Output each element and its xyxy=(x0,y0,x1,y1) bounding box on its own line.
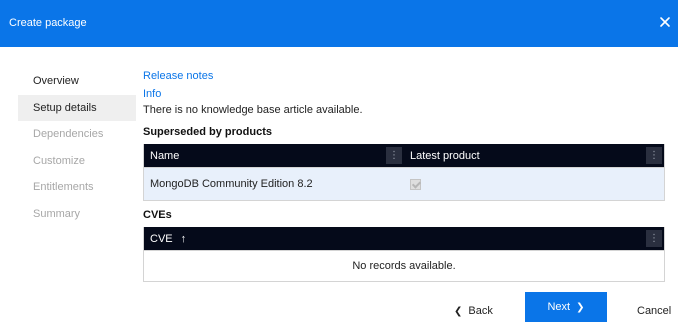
wizard-steps: Overview Setup details Dependencies Cust… xyxy=(18,68,136,227)
latest-product-checkbox xyxy=(410,178,421,190)
step-summary: Summary xyxy=(33,207,81,220)
column-label: Latest product xyxy=(410,149,480,162)
column-header-latest-product[interactable]: Latest product ⋮ xyxy=(404,144,664,167)
table-row[interactable]: MongoDB Community Edition 8.2 xyxy=(144,167,664,200)
back-label: Back xyxy=(468,305,493,317)
dialog-title: Create package xyxy=(9,17,87,29)
step-overview[interactable]: Overview xyxy=(18,68,136,95)
dialog-title-bar: Create package xyxy=(0,0,678,47)
column-header-name[interactable]: Name ⋮ xyxy=(144,144,404,167)
column-menu-icon[interactable]: ⋮ xyxy=(386,147,402,164)
cves-grid: CVE ↑ ⋮ No records available. xyxy=(143,227,665,282)
step-entitlements: Entitlements xyxy=(33,181,94,193)
step-dependencies: Dependencies xyxy=(33,128,104,140)
chevron-left-icon: ❮ xyxy=(454,305,463,317)
empty-state: No records available. xyxy=(144,250,664,281)
sort-ascending-icon: ↑ xyxy=(180,232,187,245)
superseded-grid: Name ⋮ Latest product ⋮ MongoDB Communit… xyxy=(143,144,665,201)
cancel-button[interactable]: Cancel xyxy=(637,305,671,317)
next-button[interactable]: Next ❯ xyxy=(525,292,607,322)
step-customize: Customize xyxy=(33,154,85,167)
superseded-title: Superseded by products xyxy=(143,126,272,138)
info-link[interactable]: Info xyxy=(143,86,665,102)
column-label: CVE xyxy=(150,232,173,245)
next-label: Next xyxy=(547,301,571,313)
cves-title: CVEs xyxy=(143,209,172,221)
latest-product-cell xyxy=(404,168,664,200)
grid-header: Name ⋮ Latest product ⋮ xyxy=(144,144,664,167)
column-header-cve[interactable]: CVE ↑ ⋮ xyxy=(144,227,664,250)
step-setup-details[interactable]: Setup details xyxy=(18,94,136,121)
column-menu-icon[interactable]: ⋮ xyxy=(646,147,662,164)
column-label: Name xyxy=(150,149,180,162)
chevron-right-icon: ❯ xyxy=(576,301,585,313)
grid-header: CVE ↑ ⋮ xyxy=(144,227,664,250)
setup-details-panel: Release notes Info There is no knowledge… xyxy=(143,68,665,282)
release-notes-link[interactable]: Release notes xyxy=(143,68,665,84)
kb-message: There is no knowledge base article avail… xyxy=(143,104,363,116)
close-icon[interactable] xyxy=(658,15,672,29)
back-button[interactable]: ❮ Back xyxy=(454,305,493,317)
product-name: MongoDB Community Edition 8.2 xyxy=(150,178,313,190)
column-menu-icon[interactable]: ⋮ xyxy=(646,230,662,247)
